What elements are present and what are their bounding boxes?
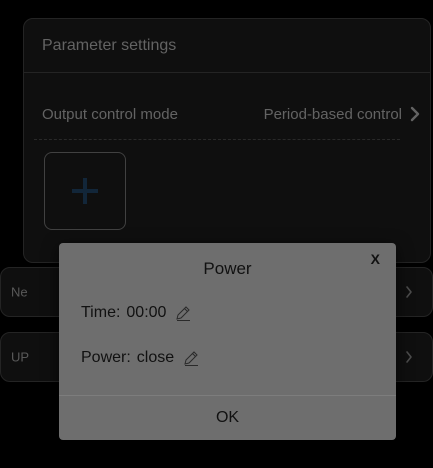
pencil-icon[interactable] (174, 304, 192, 322)
output-control-mode-label: Output control mode (42, 105, 178, 123)
dialog-title: Power (203, 259, 252, 278)
screen: Parameter settings Output control mode P… (0, 0, 433, 468)
time-row: Time: 00:00 (81, 304, 192, 322)
parameter-settings-title: Parameter settings (42, 37, 177, 54)
power-dialog: Power X Time: 00:00 Power: close OK (59, 243, 396, 440)
chevron-right-icon (406, 351, 412, 363)
power-row: Power: close (81, 349, 200, 367)
power-value: close (136, 349, 175, 366)
time-label: Time: (81, 304, 121, 321)
close-button[interactable]: X (367, 249, 384, 269)
chevron-right-icon (406, 286, 412, 298)
power-label: Power: (81, 349, 131, 366)
plus-icon (72, 178, 98, 204)
parameter-settings-card: Parameter settings Output control mode P… (23, 18, 431, 263)
divider (24, 72, 430, 73)
output-control-mode-value-wrap: Period-based control (264, 105, 422, 123)
output-control-mode-row[interactable]: Output control mode Period-based control (42, 101, 422, 127)
dashed-divider (34, 139, 400, 140)
ok-button[interactable]: OK (59, 396, 396, 440)
pencil-icon[interactable] (182, 349, 200, 367)
time-value: 00:00 (126, 304, 167, 321)
settings-row-1-label: Ne (11, 284, 28, 300)
add-button[interactable] (44, 152, 126, 230)
output-control-mode-value: Period-based control (263, 105, 402, 123)
chevron-right-icon (410, 106, 420, 122)
settings-row-2-label: UP (11, 349, 30, 365)
